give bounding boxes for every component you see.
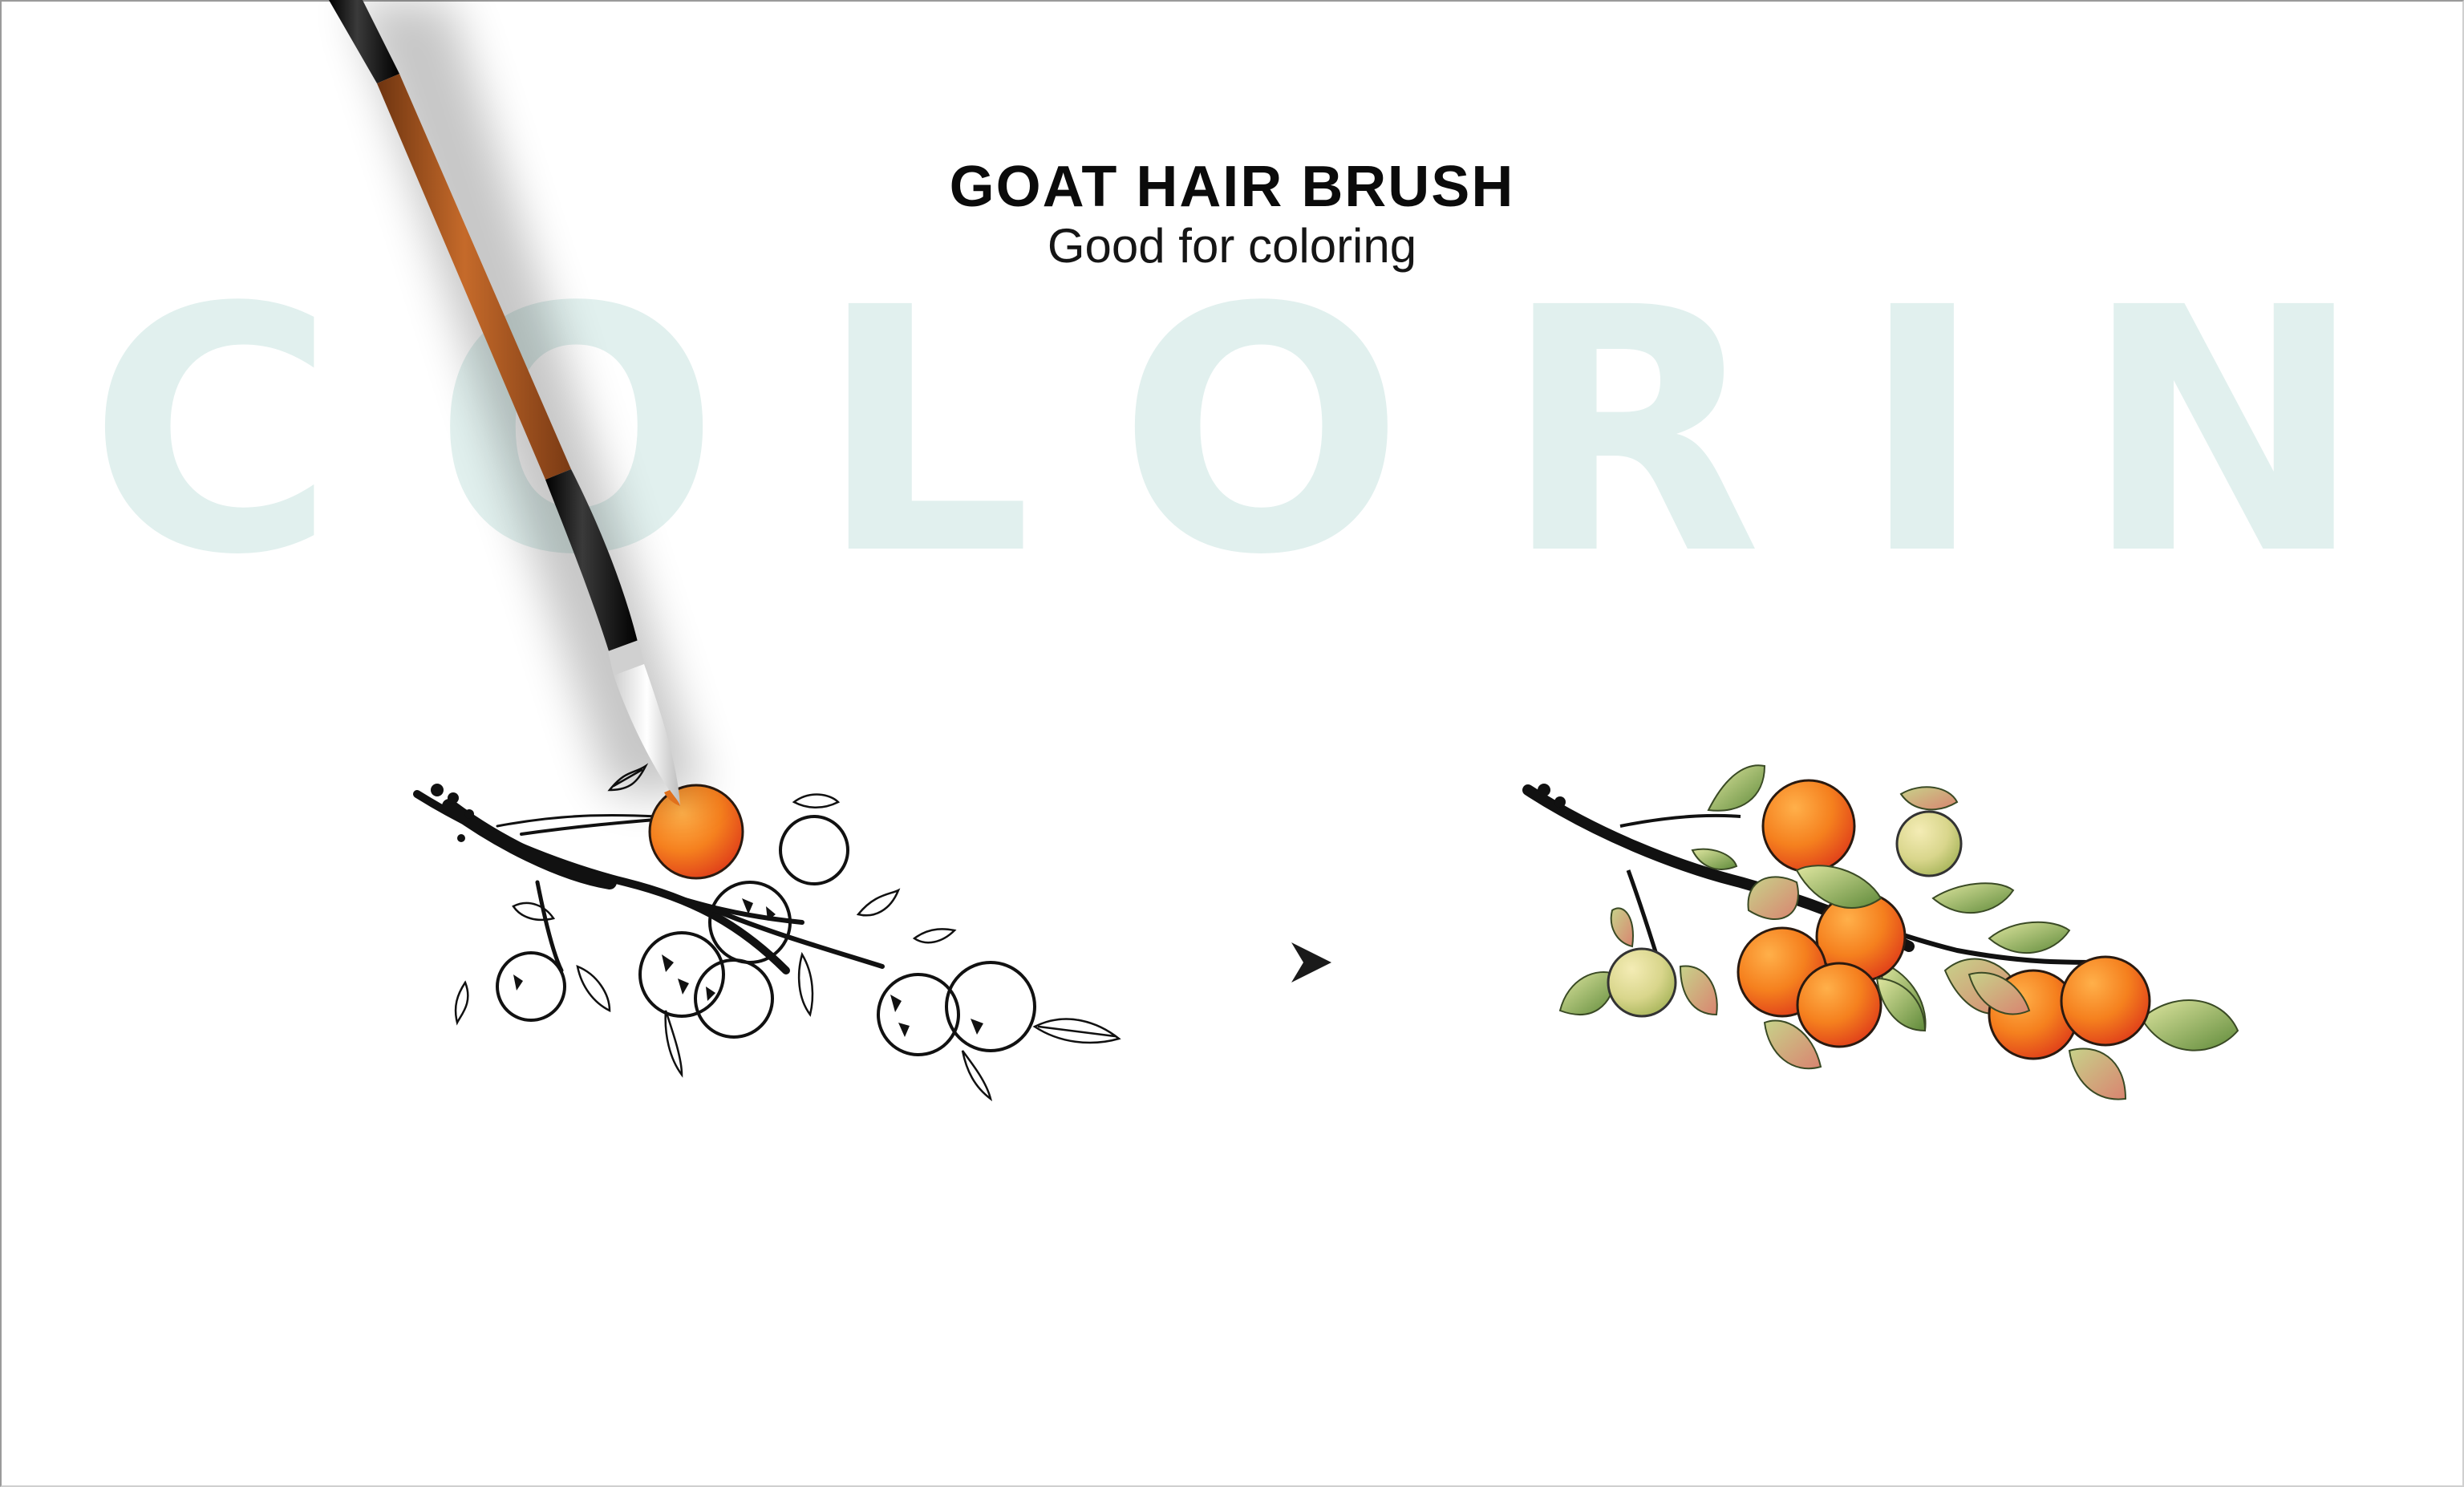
ink-sketch-branch — [413, 763, 1121, 1102]
painted-fruit — [648, 784, 744, 880]
goat-hair-brush-icon — [329, 0, 706, 806]
colored-branch — [1522, 764, 2239, 1100]
arrow-right-icon — [1291, 942, 1331, 983]
illustration — [329, 0, 2239, 1102]
